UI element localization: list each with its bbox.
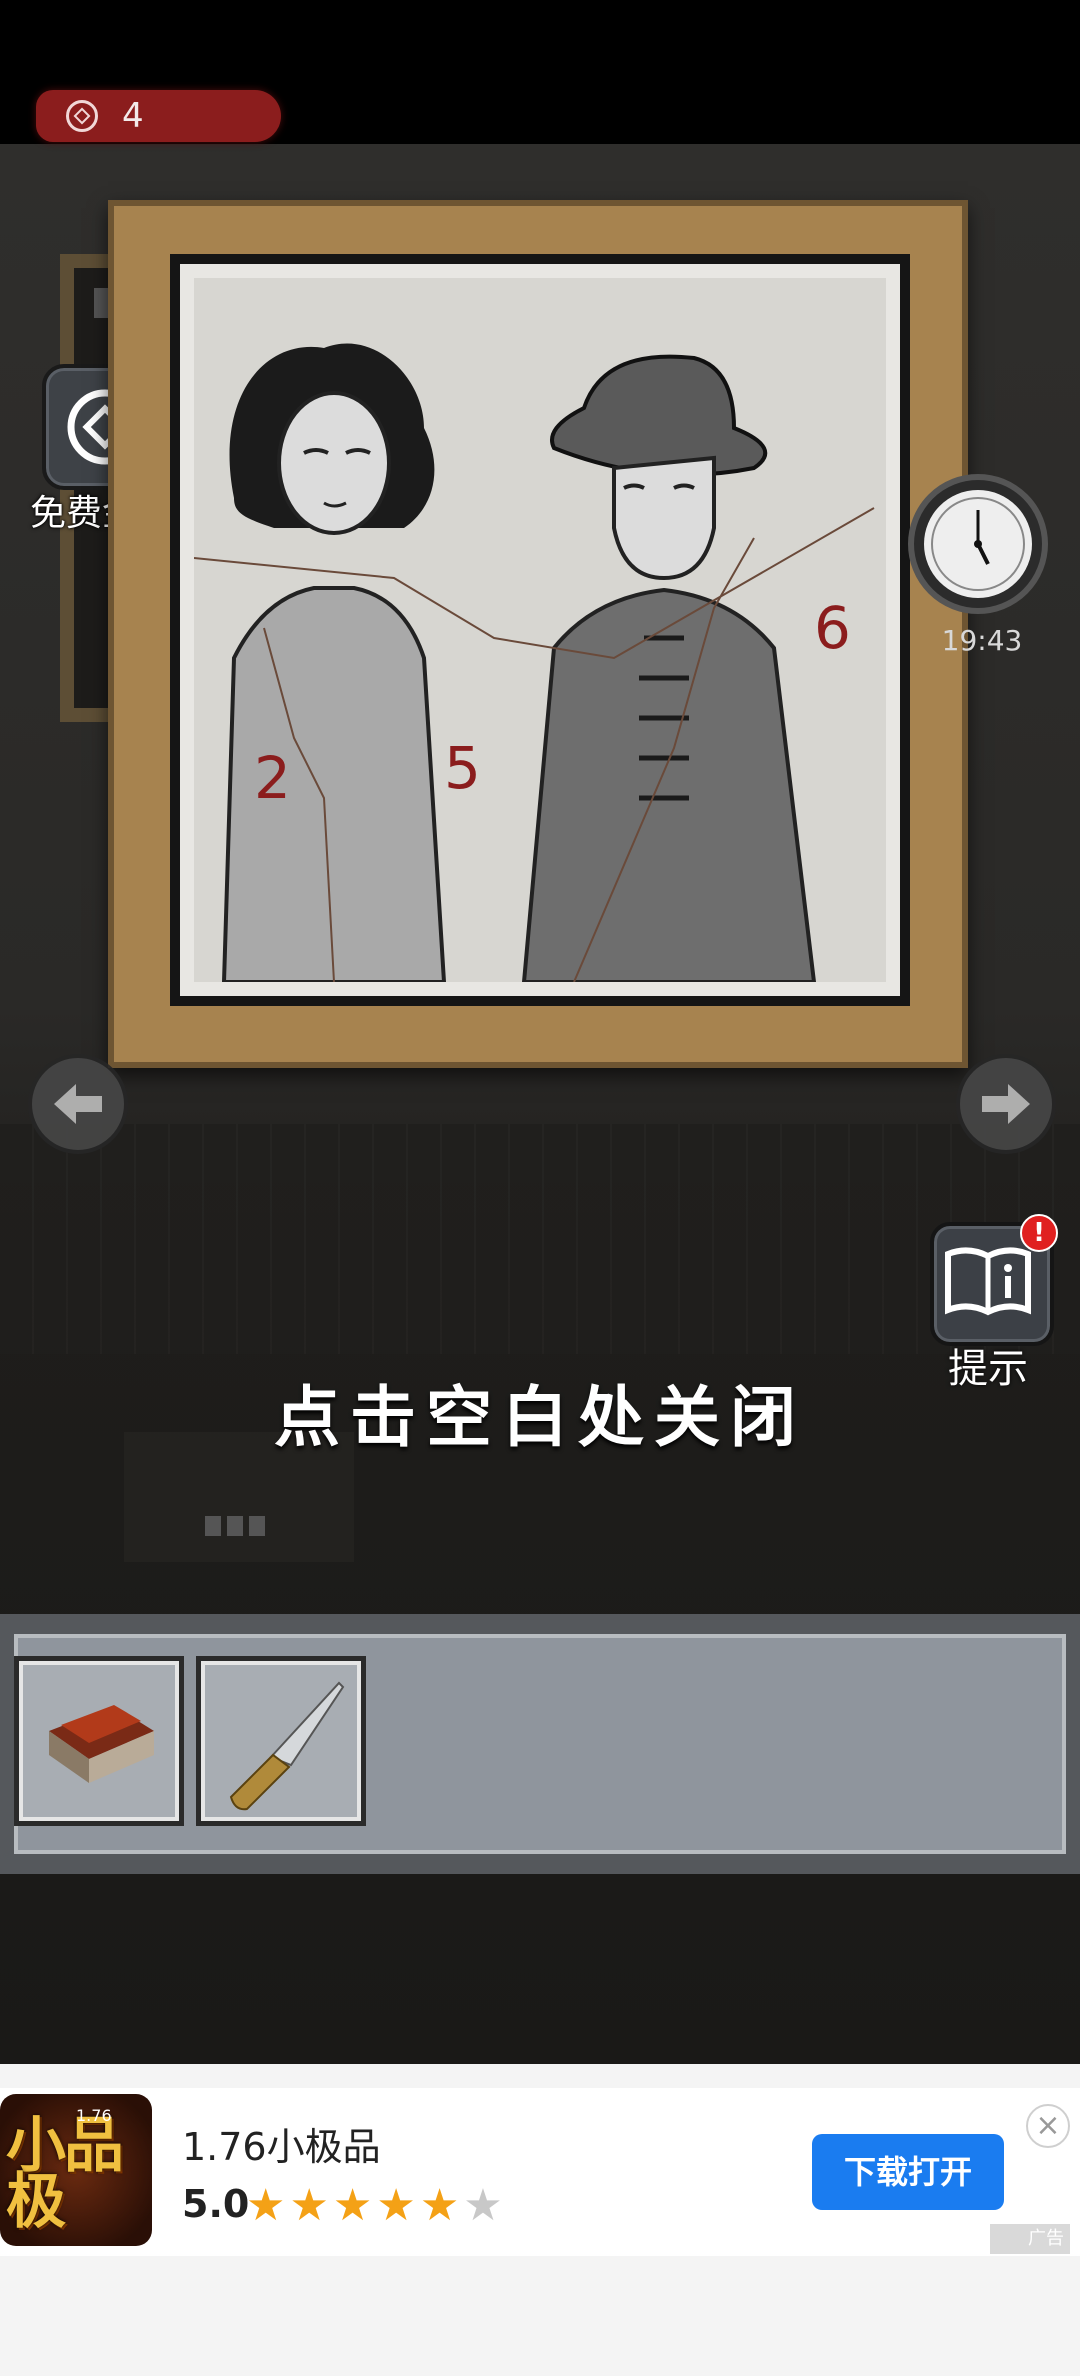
photo-number-2: 2: [254, 744, 291, 812]
wall-panel: [0, 1124, 1080, 1354]
star-icon: ★: [246, 2180, 290, 2231]
arrow-right-icon: [982, 1084, 1030, 1124]
app-icon-text-bottom: 极: [6, 2167, 66, 2237]
photo-number-5: 5: [444, 734, 481, 802]
photo-border: 2 5 6: [170, 254, 910, 1006]
app-icon-text-top: 小品: [6, 2111, 124, 2181]
photo-number-6: 6: [814, 594, 851, 662]
hint-alert-badge: !: [1020, 1214, 1058, 1252]
download-open-button[interactable]: 下载打开: [812, 2134, 1004, 2210]
rating-stars: ★★★★★★: [246, 2180, 507, 2231]
clock-time: 19:43: [941, 624, 1023, 657]
next-scene-button[interactable]: [956, 1054, 1056, 1154]
star-icon: ★: [419, 2180, 464, 2231]
knife-icon: [229, 1681, 345, 1811]
matchbox-icon: [49, 1705, 154, 1783]
coin-counter: 4: [36, 90, 281, 142]
close-icon[interactable]: ×: [1026, 2104, 1070, 2148]
more-dots-icon: [205, 1516, 265, 1536]
couple-illustration: 2 5 6: [193, 278, 886, 984]
inventory-slot-matchbox[interactable]: [14, 1656, 184, 1826]
star-icon: ★: [289, 2180, 333, 2231]
ad-title[interactable]: 1.76小极品: [182, 2116, 381, 2171]
star-empty-icon: ★: [463, 2180, 507, 2231]
star-icon: ★: [332, 2180, 377, 2231]
pocket-watch[interactable]: [908, 474, 1048, 614]
clock-face-icon: [924, 490, 1032, 598]
coin-icon: [66, 100, 98, 132]
app-icon[interactable]: 小品 极 1.76: [0, 2094, 152, 2246]
ad-banner[interactable]: 小品 极 1.76 1.76小极品 5.0 ★★★★★★ 下载打开 × 广告: [0, 2088, 1080, 2256]
tap-to-close-text: 点击空白处关闭: [274, 1378, 806, 1456]
coin-count: 4: [122, 96, 144, 136]
couple-photo[interactable]: 2 5 6: [193, 278, 886, 984]
ad-tag: 广告: [990, 2224, 1070, 2254]
photo-frame[interactable]: 2 5 6: [108, 200, 968, 1068]
star-icon: ★: [376, 2180, 420, 2231]
previous-scene-button[interactable]: [28, 1054, 128, 1154]
app-icon-version: 1.76: [76, 2106, 112, 2125]
arrow-left-icon: [54, 1084, 102, 1124]
ad-rating: 5.0: [182, 2182, 250, 2226]
inventory-slot-knife[interactable]: [196, 1656, 366, 1826]
